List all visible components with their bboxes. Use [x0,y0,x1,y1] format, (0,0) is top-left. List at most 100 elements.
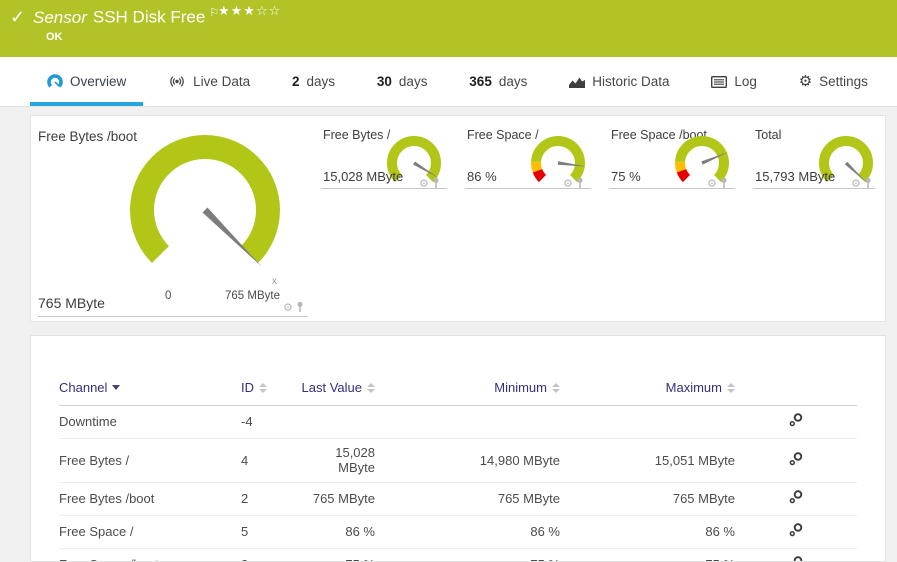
column-label: ID [241,380,254,395]
gauge-settings-icon[interactable]: ⚙ [707,178,717,189]
tab-30-days[interactable]: 30 days [360,57,445,106]
tab-number: 2 [292,74,300,89]
channel-settings-icon[interactable] [788,451,804,470]
last-value: 15,028 MByte [297,438,375,483]
channel-name: Free Space /boot [59,548,241,561]
status-badge: OK [46,31,63,43]
channel-settings-icon[interactable] [788,489,804,508]
column-label: Last Value [301,380,362,395]
gauge-current-value: 15,793 MByte [755,169,836,184]
table-row-free-bytes-boot: Free Bytes /boot 2 765 MByte 765 MByte 7… [59,482,857,516]
tab-label: Historic Data [592,74,670,89]
maximum-value: 15,051 MByte [560,438,735,483]
tab-label: days [398,74,428,89]
minimum-value: 86 % [375,515,560,549]
column-label: Minimum [494,380,547,395]
maximum-value: 75 % [560,548,735,561]
maximum-value: 86 % [560,515,735,549]
gauge-icon [47,73,63,90]
tab-label: Live Data [193,74,251,89]
live-data-icon [168,75,186,88]
column-header-last-value[interactable]: Last Value [297,376,375,406]
tab-historic-data[interactable]: Historic Data [552,57,686,106]
pin-icon[interactable] [295,301,305,313]
minimum-value: 765 MByte [375,482,560,516]
last-value: 765 MByte [297,482,375,516]
tab-bar: Overview Live Data 2 days 30 days 365 da… [0,57,897,107]
status-ok-check-icon: ✓ [10,7,26,28]
gauge-title: Total [755,128,782,142]
tab-label: days [498,74,528,89]
column-header-minimum[interactable]: Minimum [375,376,560,406]
priority-stars[interactable]: ★★★☆☆ [218,4,281,19]
column-label: Channel [59,380,108,395]
tab-settings[interactable]: ⚙ Settings [782,57,885,106]
tab-label: Log [734,74,757,89]
tab-label: Settings [819,74,868,89]
tab-label: days [306,74,336,89]
gauge-title: Free Bytes /boot [38,129,138,144]
tab-log[interactable]: Log [694,57,774,106]
channel-settings-icon[interactable] [788,555,804,561]
column-header-actions [735,376,857,406]
tab-overview[interactable]: Overview [30,57,144,106]
tab-label: Overview [70,74,127,89]
last-value: 86 % [297,515,375,549]
sort-icon [727,382,735,393]
sort-icon [367,382,375,393]
divider [609,188,735,189]
gauge-current-value: 15,028 MByte [323,169,404,184]
column-label: Maximum [665,380,722,395]
column-header-id[interactable]: ID [241,376,297,406]
gauge-panel: Free Bytes /boot x 0 765 MByte 765 MByte… [30,115,886,322]
sort-icon [259,382,267,393]
divider [753,188,875,189]
gauge-scale-max: 765 MByte [225,290,280,302]
table-header-row: Channel ID Last Value Minimum Maximum [59,376,857,406]
tab-number: 365 [469,74,492,89]
minimum-value: 75 % [375,548,560,561]
channel-name: Free Space / [59,515,241,549]
gauge-current-value: 75 % [611,169,641,184]
last-value: 75 % [297,548,375,561]
tab-live-data[interactable]: Live Data [151,57,267,106]
channel-id: 4 [241,438,297,483]
divider [321,188,447,189]
gauge-settings-icon[interactable]: ⚙ [283,302,293,313]
sensor-status-bar: ✓ Sensor SSH Disk Free ⚐ ★★★☆☆ OK [0,0,897,57]
table-row-free-bytes-root: Free Bytes / 4 15,028 MByte 14,980 MByte… [59,438,857,483]
gauge-title: Free Space / [467,128,539,142]
tab-2-days[interactable]: 2 days [275,57,352,106]
channel-id: 2 [241,482,297,516]
gauge-settings-icon[interactable]: ⚙ [563,178,573,189]
tab-365-days[interactable]: 365 days [452,57,544,106]
channel-name: Downtime [59,405,241,439]
maximum-value: 765 MByte [560,482,735,516]
channel-id: 3 [241,548,297,561]
channel-table: Channel ID Last Value Minimum Maximum Do… [59,376,857,561]
channel-table-panel: Channel ID Last Value Minimum Maximum Do… [30,335,886,562]
gauge-action-icons[interactable]: ⚙ [283,301,305,313]
minimum-value: 14,980 MByte [375,438,560,483]
sensor-name: SSH Disk Free [92,7,206,27]
gear-icon: ⚙ [798,72,813,90]
tab-number: 30 [376,74,392,89]
minimum-value [375,405,560,439]
channel-id: -4 [241,405,297,439]
channel-settings-icon[interactable] [788,522,804,541]
gauge-settings-icon[interactable]: ⚙ [419,178,429,189]
column-header-maximum[interactable]: Maximum [560,376,735,406]
sensor-title: Sensor SSH Disk Free ⚐ [33,6,219,28]
main-gauge-chart [130,135,280,285]
maximum-value [560,405,735,439]
column-header-channel[interactable]: Channel [59,376,241,406]
gauge-settings-icon[interactable]: ⚙ [851,178,861,189]
channel-settings-icon[interactable] [788,412,804,431]
gauge-current-value: 765 MByte [38,295,105,311]
log-list-icon [711,75,728,88]
channel-name: Free Bytes /boot [59,482,241,516]
last-value [297,405,375,439]
table-row-free-space-boot: Free Space /boot 3 75 % 75 % 75 % [59,548,857,561]
gauge-title: Free Bytes / [323,128,391,142]
area-chart-icon [569,75,586,88]
